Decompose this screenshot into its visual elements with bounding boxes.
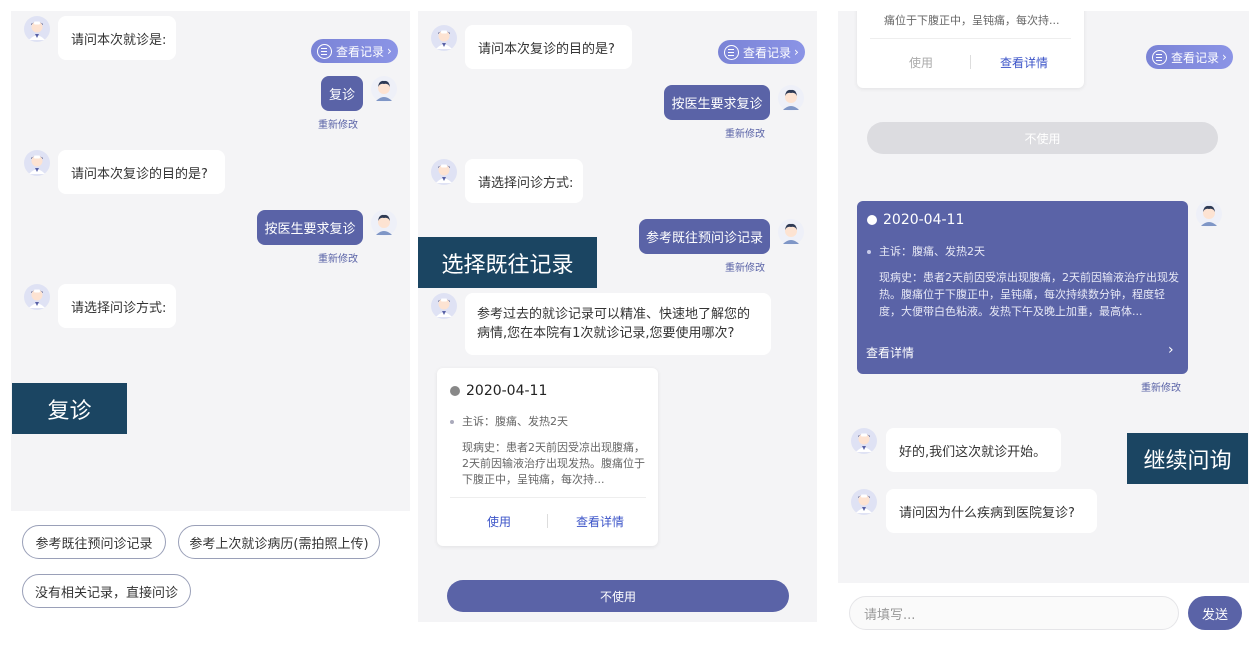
bot-message: 请问因为什么疾病到医院复诊? bbox=[886, 489, 1097, 533]
chevron-right-icon[interactable]: › bbox=[1168, 342, 1174, 358]
send-button[interactable]: 发送 bbox=[1188, 596, 1242, 630]
chat-panel-select-record: 请问本次复诊的目的是? 查看记录 › 按医生要求复诊 重新修改 请选择问诊方式:… bbox=[418, 11, 817, 622]
patient-avatar-icon bbox=[778, 219, 804, 245]
option-previous-record[interactable]: 参考既往预问诊记录 bbox=[22, 525, 166, 559]
patient-avatar-icon bbox=[778, 85, 804, 111]
doctor-avatar-icon bbox=[431, 293, 457, 319]
view-detail-link[interactable]: 查看详情 bbox=[866, 344, 914, 361]
record-history: 现病史：患者2天前因受凉出现腹痛，2天前因输液治疗出现发热。腹痛位于下腹正中，呈… bbox=[462, 441, 645, 486]
record-date: 2020-04-11 bbox=[867, 212, 964, 228]
bot-message: 请问本次就诊是: bbox=[58, 16, 176, 60]
no-use-button[interactable]: 不使用 bbox=[447, 580, 789, 612]
input-bar: 请填写... 发送 bbox=[838, 583, 1249, 638]
view-records-button[interactable]: 查看记录 › bbox=[1146, 45, 1233, 69]
selected-record-card: 2020-04-11 主诉：腹痛、发热2天 现病史：患者2天前因受凉出现腹痛，2… bbox=[857, 201, 1188, 374]
doctor-avatar-icon bbox=[851, 428, 877, 454]
user-message: 复诊 bbox=[321, 76, 363, 111]
divider bbox=[870, 38, 1071, 39]
view-records-button[interactable]: 查看记录 › bbox=[718, 40, 805, 64]
user-message: 按医生要求复诊 bbox=[257, 210, 363, 245]
chevron-right-icon: › bbox=[387, 44, 392, 58]
chat-panel-revisit: 请问本次就诊是: 查看记录 › 复诊 重新修改 请问本次复诊的目的是? 按医生要… bbox=[11, 11, 410, 511]
bot-message: 请问本次复诊的目的是? bbox=[58, 150, 225, 194]
record-card: 2020-04-11 主诉：腹痛、发热2天 现病史：患者2天前因受凉出现腹痛，2… bbox=[437, 368, 658, 546]
chat-panel-continue: 痛位于下腹正中，呈钝痛，每次持... 使用 查看详情 查看记录 › 不使用 20… bbox=[838, 11, 1249, 583]
record-card: 痛位于下腹正中，呈钝痛，每次持... 使用 查看详情 bbox=[857, 11, 1084, 88]
chevron-right-icon: › bbox=[794, 45, 799, 59]
patient-avatar-icon bbox=[371, 76, 397, 102]
list-icon bbox=[317, 43, 332, 59]
modify-link[interactable]: 重新修改 bbox=[725, 125, 765, 140]
doctor-avatar-icon bbox=[24, 284, 50, 310]
section-label: 继续问询 bbox=[1127, 433, 1248, 484]
user-message: 按医生要求复诊 bbox=[664, 85, 770, 120]
doctor-avatar-icon bbox=[24, 150, 50, 176]
modify-link[interactable]: 重新修改 bbox=[1141, 379, 1181, 394]
doctor-avatar-icon bbox=[851, 489, 877, 515]
bot-message: 请选择问诊方式: bbox=[465, 159, 583, 203]
list-icon bbox=[724, 44, 739, 60]
bot-message: 参考过去的就诊记录可以精准、快速地了解您的病情,您在本院有1次就诊记录,您要使用… bbox=[465, 293, 771, 355]
doctor-avatar-icon bbox=[24, 16, 50, 42]
doctor-avatar-icon bbox=[431, 159, 457, 185]
modify-link[interactable]: 重新修改 bbox=[725, 259, 765, 274]
option-direct-consult[interactable]: 没有相关记录，直接问诊 bbox=[22, 574, 191, 608]
clock-icon bbox=[867, 215, 877, 225]
view-records-button[interactable]: 查看记录 › bbox=[311, 39, 398, 63]
no-use-button-disabled: 不使用 bbox=[867, 122, 1218, 154]
use-record-button[interactable]: 使用 bbox=[909, 54, 933, 71]
doctor-avatar-icon bbox=[431, 25, 457, 51]
bot-message: 请选择问诊方式: bbox=[58, 284, 176, 328]
record-complaint: 主诉：腹痛、发热2天 bbox=[867, 243, 1179, 260]
section-label: 复诊 bbox=[12, 383, 127, 434]
view-detail-button[interactable]: 查看详情 bbox=[576, 513, 624, 530]
message-input[interactable]: 请填写... bbox=[849, 596, 1179, 630]
chevron-right-icon: › bbox=[1222, 50, 1227, 64]
bot-message: 好的,我们这次就诊开始。 bbox=[886, 428, 1061, 472]
modify-link[interactable]: 重新修改 bbox=[318, 250, 358, 265]
bot-message: 请问本次复诊的目的是? bbox=[465, 25, 632, 69]
view-detail-button[interactable]: 查看详情 bbox=[1000, 54, 1048, 71]
record-complaint: 主诉：腹痛、发热2天 bbox=[450, 414, 647, 430]
option-upload-record[interactable]: 参考上次就诊病历(需拍照上传) bbox=[178, 525, 380, 559]
user-message: 参考既往预问诊记录 bbox=[639, 219, 770, 254]
list-icon bbox=[1152, 49, 1167, 65]
use-record-button[interactable]: 使用 bbox=[487, 513, 511, 530]
record-date: 2020-04-11 bbox=[450, 383, 547, 399]
divider bbox=[970, 55, 971, 69]
divider bbox=[450, 497, 646, 498]
patient-avatar-icon bbox=[371, 210, 397, 236]
record-history: 痛位于下腹正中，呈钝痛，每次持... bbox=[884, 13, 1074, 29]
modify-link[interactable]: 重新修改 bbox=[318, 116, 358, 131]
section-label: 选择既往记录 bbox=[418, 237, 597, 288]
divider bbox=[547, 514, 548, 528]
clock-icon bbox=[450, 386, 460, 396]
record-history: 现病史：患者2天前因受凉出现腹痛，2天前因输液治疗出现发热。腹痛位于下腹正中，呈… bbox=[879, 271, 1179, 318]
patient-avatar-icon bbox=[1196, 201, 1222, 227]
